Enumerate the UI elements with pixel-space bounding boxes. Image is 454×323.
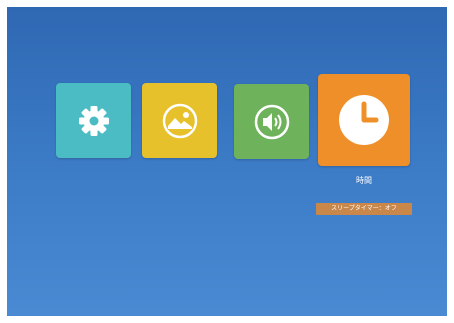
sound-tile[interactable] <box>234 84 309 159</box>
selected-tile-caption: 時間 <box>356 176 372 185</box>
home-screen: 時間 スリープタイマー：オフ <box>7 7 447 316</box>
clock-icon <box>339 95 389 145</box>
settings-tile[interactable] <box>56 83 131 158</box>
photos-tile[interactable] <box>142 83 217 158</box>
image-icon <box>162 103 197 138</box>
gear-icon <box>78 105 109 136</box>
sleep-timer-hint: スリープタイマー：オフ <box>316 203 412 215</box>
clock-tile[interactable] <box>318 74 410 166</box>
speaker-icon <box>254 104 289 139</box>
